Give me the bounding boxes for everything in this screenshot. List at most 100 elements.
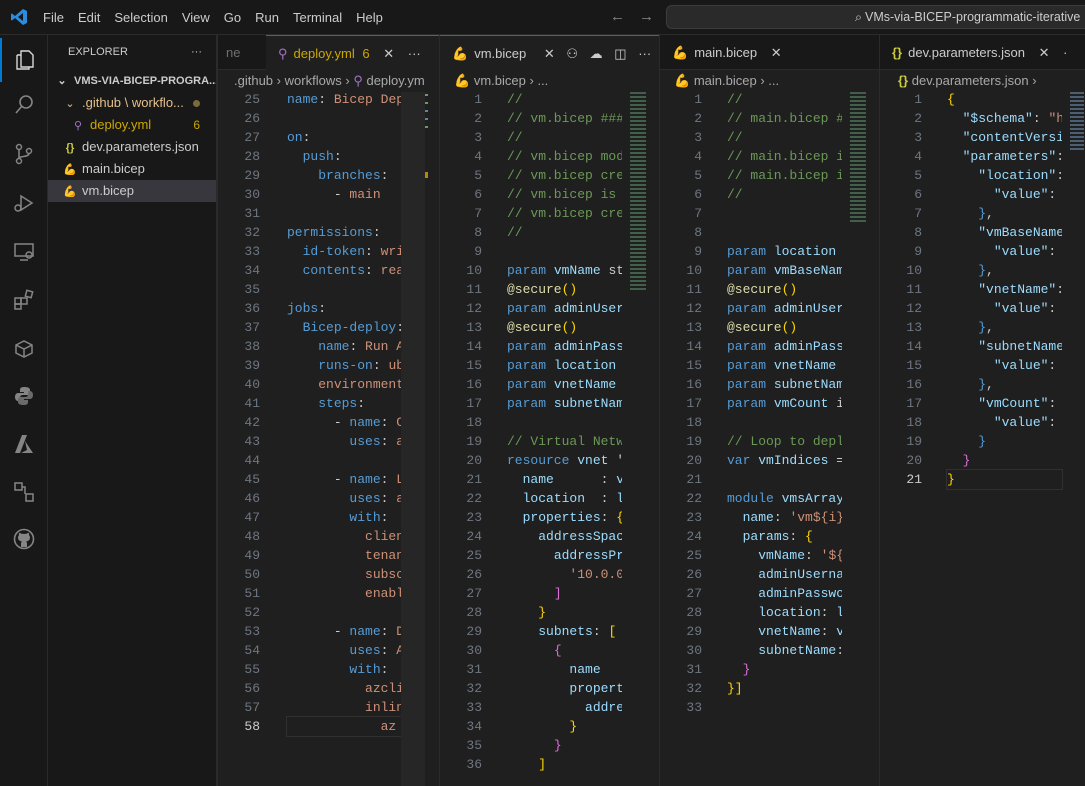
code-line[interactable]	[287, 204, 401, 223]
code-line[interactable]: subnetName:	[727, 641, 842, 660]
source-control-icon[interactable]	[0, 132, 48, 176]
code-line[interactable]: // vm.bicep cre	[507, 204, 622, 223]
code-line[interactable]: subnets: [	[507, 622, 622, 641]
code-line[interactable]: @secure()	[507, 318, 622, 337]
code-line[interactable]: enabl	[287, 584, 401, 603]
code-line[interactable]: "value":	[947, 185, 1062, 204]
code-line[interactable]: param adminPass	[507, 337, 622, 356]
tab-main-bicep[interactable]: 💪 main.bicep ✕	[660, 35, 785, 70]
code-line[interactable]: resource vnet '	[507, 451, 622, 470]
more-actions-icon[interactable]: ···	[638, 46, 651, 61]
minimap[interactable]	[630, 92, 646, 292]
code-line[interactable]	[287, 109, 401, 128]
back-arrow-icon[interactable]: ←	[610, 8, 625, 25]
code-line[interactable]	[507, 242, 622, 261]
code-line[interactable]: - name: D	[287, 622, 401, 641]
code-line[interactable]: param vnetName	[727, 356, 842, 375]
cloud-deploy-icon[interactable]: ☁	[590, 46, 603, 61]
close-icon[interactable]: ✕	[544, 46, 555, 61]
code-line[interactable]: inlin	[287, 698, 401, 717]
code-line[interactable]: adminUserna	[727, 565, 842, 584]
code-line[interactable]: "vmCount":	[947, 394, 1062, 413]
python-icon[interactable]	[0, 374, 48, 418]
code-line[interactable]: name : v	[507, 470, 622, 489]
menu-go[interactable]: Go	[217, 10, 248, 25]
code-line[interactable]: with:	[287, 660, 401, 679]
search-icon[interactable]	[0, 83, 48, 127]
close-icon[interactable]: ✕	[383, 46, 394, 61]
code-line[interactable]: @secure()	[727, 280, 842, 299]
code-line[interactable]: subsc	[287, 565, 401, 584]
code-line[interactable]: "value":	[947, 356, 1062, 375]
more-actions-icon[interactable]: ···	[191, 35, 202, 70]
code-line[interactable]: @secure()	[727, 318, 842, 337]
code-line[interactable]: param adminPass	[727, 337, 842, 356]
menu-file[interactable]: File	[36, 10, 71, 25]
code-line[interactable]: name: Bicep Dep	[287, 90, 401, 109]
code-line[interactable]: permissions:	[287, 223, 401, 242]
bicep-visualizer-icon[interactable]	[0, 470, 48, 514]
close-icon[interactable]: ✕	[771, 45, 782, 60]
code-line[interactable]: "parameters":	[947, 147, 1062, 166]
close-icon[interactable]: ✕	[1039, 45, 1050, 60]
code-line[interactable]: vmName: '${	[727, 546, 842, 565]
code-line[interactable]: params: {	[727, 527, 842, 546]
code-line[interactable]: Bicep-deploy:	[287, 318, 401, 337]
code-line[interactable]: location : l	[507, 489, 622, 508]
code-line[interactable]: - name: L	[287, 470, 401, 489]
code-line[interactable]: //	[727, 128, 842, 147]
visualizer-icon[interactable]: ⚇	[566, 46, 578, 61]
menu-help[interactable]: Help	[349, 10, 390, 25]
code-line[interactable]: }]	[727, 679, 842, 698]
run-debug-icon[interactable]	[0, 181, 48, 225]
code-line[interactable]: steps:	[287, 394, 401, 413]
code-line[interactable]	[727, 698, 842, 717]
code-line[interactable]: on:	[287, 128, 401, 147]
code-line[interactable]: az	[286, 716, 402, 737]
file-main-bicep[interactable]: 💪 main.bicep	[48, 158, 216, 180]
scrollbar[interactable]	[401, 92, 425, 786]
code-line[interactable]: param vmBaseNam	[727, 261, 842, 280]
code-line[interactable]: '10.0.0	[507, 565, 622, 584]
more-actions-icon[interactable]: ···	[408, 46, 421, 61]
code-line[interactable]: }	[946, 469, 1063, 490]
explorer-icon[interactable]	[0, 38, 48, 82]
code-line[interactable]: name	[507, 660, 622, 679]
code-line[interactable]: "subnetName	[947, 337, 1062, 356]
code-line[interactable]: - name: C	[287, 413, 401, 432]
code-line[interactable]: "contentVersi	[947, 128, 1062, 147]
code-line[interactable]	[727, 470, 842, 489]
code-line[interactable]: "vmBaseName	[947, 223, 1062, 242]
file-deploy-yml[interactable]: ⚲ deploy.yml 6	[48, 114, 216, 136]
code-line[interactable]: param location	[727, 242, 842, 261]
code-line[interactable]: "value":	[947, 299, 1062, 318]
code-line[interactable]: clien	[287, 527, 401, 546]
code-line[interactable]: //	[727, 90, 842, 109]
code-line[interactable]	[287, 451, 401, 470]
more-actions-icon[interactable]: ·	[1063, 45, 1067, 60]
code-line[interactable]: },	[947, 318, 1062, 337]
code-line[interactable]: properties: {	[507, 508, 622, 527]
forward-arrow-icon[interactable]: →	[639, 8, 654, 25]
azure-icon[interactable]	[0, 422, 48, 466]
menu-terminal[interactable]: Terminal	[286, 10, 349, 25]
code-line[interactable]: // Loop to depl	[727, 432, 842, 451]
code-line[interactable]: },	[947, 375, 1062, 394]
code-line[interactable]: // vm.bicep mod	[507, 147, 622, 166]
code-line[interactable]	[287, 603, 401, 622]
code-line[interactable]: tenan	[287, 546, 401, 565]
code-line[interactable]	[727, 204, 842, 223]
code-line[interactable]: addre	[507, 698, 622, 717]
tab-previous[interactable]: ne	[218, 35, 266, 70]
code-line[interactable]: param adminUser	[507, 299, 622, 318]
code-line[interactable]: adminPasswo	[727, 584, 842, 603]
workspace-root[interactable]: ⌄ VMS-VIA-BICEP-PROGRA...	[48, 70, 216, 92]
code-line[interactable]: environment	[287, 375, 401, 394]
code-line[interactable]: // main.bicep #	[727, 109, 842, 128]
code-line[interactable]: uses: A	[287, 641, 401, 660]
code-line[interactable]: propert	[507, 679, 622, 698]
minimap[interactable]	[1070, 92, 1084, 152]
code-line[interactable]: "value":	[947, 413, 1062, 432]
code-line[interactable]: // main.bicep i	[727, 166, 842, 185]
code-line[interactable]: }	[947, 432, 1062, 451]
